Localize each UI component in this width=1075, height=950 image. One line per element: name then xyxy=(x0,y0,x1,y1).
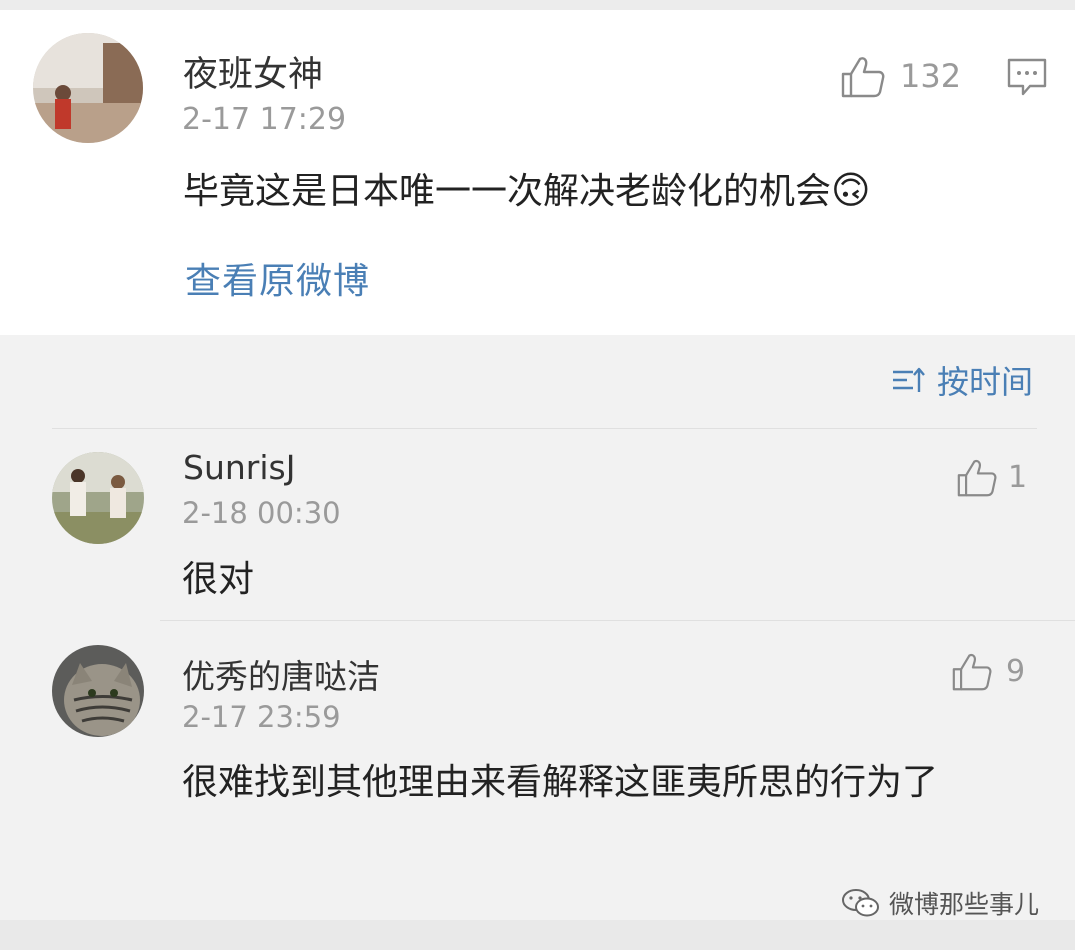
timestamp: 2-18 00:30 xyxy=(182,496,341,530)
top-divider-strip xyxy=(0,0,1075,10)
like-icon[interactable] xyxy=(840,55,886,99)
like-icon[interactable] xyxy=(956,458,998,498)
avatar[interactable] xyxy=(52,645,144,737)
username[interactable]: 优秀的唐哒洁 xyxy=(182,650,380,698)
avatar[interactable] xyxy=(33,33,143,143)
sort-icon xyxy=(892,367,925,392)
watermark: 微博那些事儿 xyxy=(841,885,1039,921)
like-count: 1 xyxy=(1008,460,1028,495)
weibo-comment-page: 夜班女神 2-17 17:29 毕竟这是日本唯一一次解决老龄化的机会🙃 132 … xyxy=(0,0,1075,950)
timestamp: 2-17 17:29 xyxy=(182,102,347,137)
like-count: 9 xyxy=(1006,654,1026,689)
comment-text: 很难找到其他理由来看解释这匪夷所思的行为了 xyxy=(182,762,939,803)
divider xyxy=(160,620,1075,621)
view-original-weibo-link[interactable]: 查看原微博 xyxy=(185,252,370,304)
like-icon[interactable] xyxy=(951,652,993,692)
comment-icon[interactable] xyxy=(1006,57,1048,97)
comment-text: 毕竟这是日本唯一一次解决老龄化的机会🙃 xyxy=(183,162,871,214)
like-count: 132 xyxy=(900,57,962,95)
watermark-label: 微博那些事儿 xyxy=(888,890,1039,919)
divider xyxy=(52,428,1037,429)
wechat-icon xyxy=(841,889,879,917)
comment-text: 很对 xyxy=(182,559,255,600)
sort-by-time-toggle[interactable]: 按时间 xyxy=(891,358,1033,402)
timestamp: 2-17 23:59 xyxy=(182,700,341,734)
comment-text-body: 毕竟这是日本唯一一次解决老龄化的机会 xyxy=(183,171,832,212)
username[interactable]: 夜班女神 xyxy=(183,46,323,97)
sort-label: 按时间 xyxy=(936,363,1033,401)
upside-down-face-emoji: 🙃 xyxy=(831,168,871,212)
bottom-strip xyxy=(0,920,1075,950)
avatar[interactable] xyxy=(52,452,144,544)
username[interactable]: SunrisJ xyxy=(183,448,295,487)
